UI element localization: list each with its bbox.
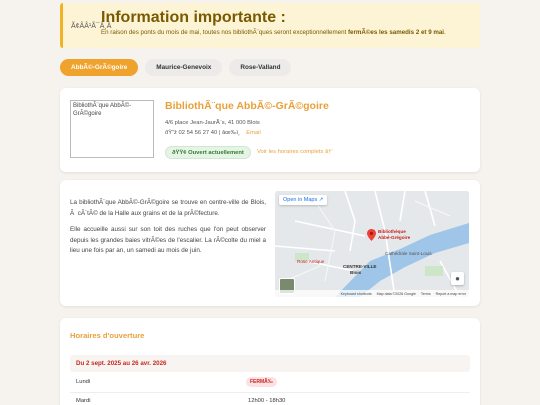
description-paragraph-2: Elle accueille aussi sur son toit des ru… xyxy=(70,226,266,254)
notice-text-bold: fermÃ©es les samedis 2 et 9 mai xyxy=(347,29,445,36)
map-place-label-1: Bibliothèque xyxy=(378,229,406,234)
library-description-card: La bibliothÃ¨que AbbÃ©-GrÃ©goire se trou… xyxy=(60,180,480,306)
notice-text: En raison des ponts du mois de mai, tout… xyxy=(101,28,446,37)
map-rose-label: Rose Antique xyxy=(297,259,325,264)
map-pegman-icon[interactable]: ● xyxy=(451,272,464,285)
map-place-label-2: Abbé-Grégoire xyxy=(378,235,411,240)
terms-link[interactable]: Terms xyxy=(421,292,431,296)
tab-maurice-genevoix[interactable]: Maurice-Genevoix xyxy=(145,59,223,76)
opening-hours-title: Horaires d'ouverture xyxy=(70,331,145,340)
keyboard-shortcuts-link[interactable]: Keyboard shortcuts xyxy=(341,292,372,296)
tab-rose-valland[interactable]: Rose-Valland xyxy=(229,59,292,76)
report-error-link[interactable]: Report a map error xyxy=(436,292,466,296)
open-in-maps-button[interactable]: Open in Maps ↗ xyxy=(279,195,328,205)
library-photo: BibliothÃ¨que AbbÃ©-GrÃ©goire xyxy=(70,100,154,158)
hours-divider xyxy=(70,392,470,393)
tab-abbe-gregoire[interactable]: AbbÃ©-GrÃ©goire xyxy=(60,59,139,76)
google-map[interactable]: Open in Maps ↗ Bibliothèque Abbé-Grégoir… xyxy=(275,191,469,297)
map-city-label: Blois xyxy=(350,270,362,275)
hours-period: Du 2 sept. 2025 au 26 avr. 2026 xyxy=(70,355,470,372)
notice-title: Information importante : xyxy=(101,9,286,26)
library-card: BibliothÃ¨que AbbÃ©-GrÃ©goire BibliothÃ¨… xyxy=(60,88,480,172)
full-hours-link[interactable]: Voir les horaires complets â†’ xyxy=(257,149,333,155)
email-link[interactable]: Email xyxy=(246,130,261,136)
library-phone: ðŸ“ž 02 54 56 27 40 xyxy=(165,130,218,136)
info-icon: Ã¢ÂÂ¹Ã¯Â¸Â xyxy=(71,23,112,30)
library-address: 4/6 place Jean-JaurÃ¨s, 41 000 Blois xyxy=(165,120,260,126)
library-contact: 4/6 place Jean-JaurÃ¨s, 41 000 Blois ðŸ“… xyxy=(165,118,261,138)
opening-hours-card: Horaires d'ouverture Du 2 sept. 2025 au … xyxy=(60,318,480,405)
hours-day-monday: Lundi xyxy=(76,379,91,385)
hours-value-tuesday: 12h00 - 18h30 xyxy=(248,398,286,404)
map-footer: Keyboard shortcuts Map data ©2026 Google… xyxy=(275,290,469,297)
library-phone-email: ðŸ“ž 02 54 56 27 40 | âœ‰ï¸ Email xyxy=(165,128,261,138)
hours-day-tuesday: Mardi xyxy=(76,398,91,404)
notice-text-before: En raison des ponts du mois de mai, tout… xyxy=(101,29,348,36)
notice-text-after: . xyxy=(444,29,446,36)
map-center-label: CENTRE-VILLE xyxy=(343,264,377,269)
map-cathedral-label: Cathédrale Saint-Louis xyxy=(385,251,432,256)
library-title: BibliothÃ¨que AbbÃ©-GrÃ©goire xyxy=(165,100,329,112)
open-status-badge: ðŸŸ¢ Ouvert actuellement xyxy=(165,146,251,159)
closed-badge: FERMÃ‰ xyxy=(246,377,277,387)
map-background xyxy=(275,191,469,297)
description-paragraph-1: La bibliothÃ¨que AbbÃ©-GrÃ©goire se trou… xyxy=(70,199,266,217)
map-data-text: Map data ©2026 Google xyxy=(376,291,416,296)
map-pin-icon[interactable] xyxy=(367,229,376,241)
library-description: La bibliothÃ¨que AbbÃ©-GrÃ©goire se trou… xyxy=(70,198,266,263)
library-tabs: AbbÃ©-GrÃ©goire Maurice-Genevoix Rose-Va… xyxy=(60,59,292,76)
important-notice: Ã¢ÂÂ¹Ã¯Â¸Â Information importante : En r… xyxy=(60,3,480,48)
email-icon: âœ‰ï¸ xyxy=(221,130,245,136)
